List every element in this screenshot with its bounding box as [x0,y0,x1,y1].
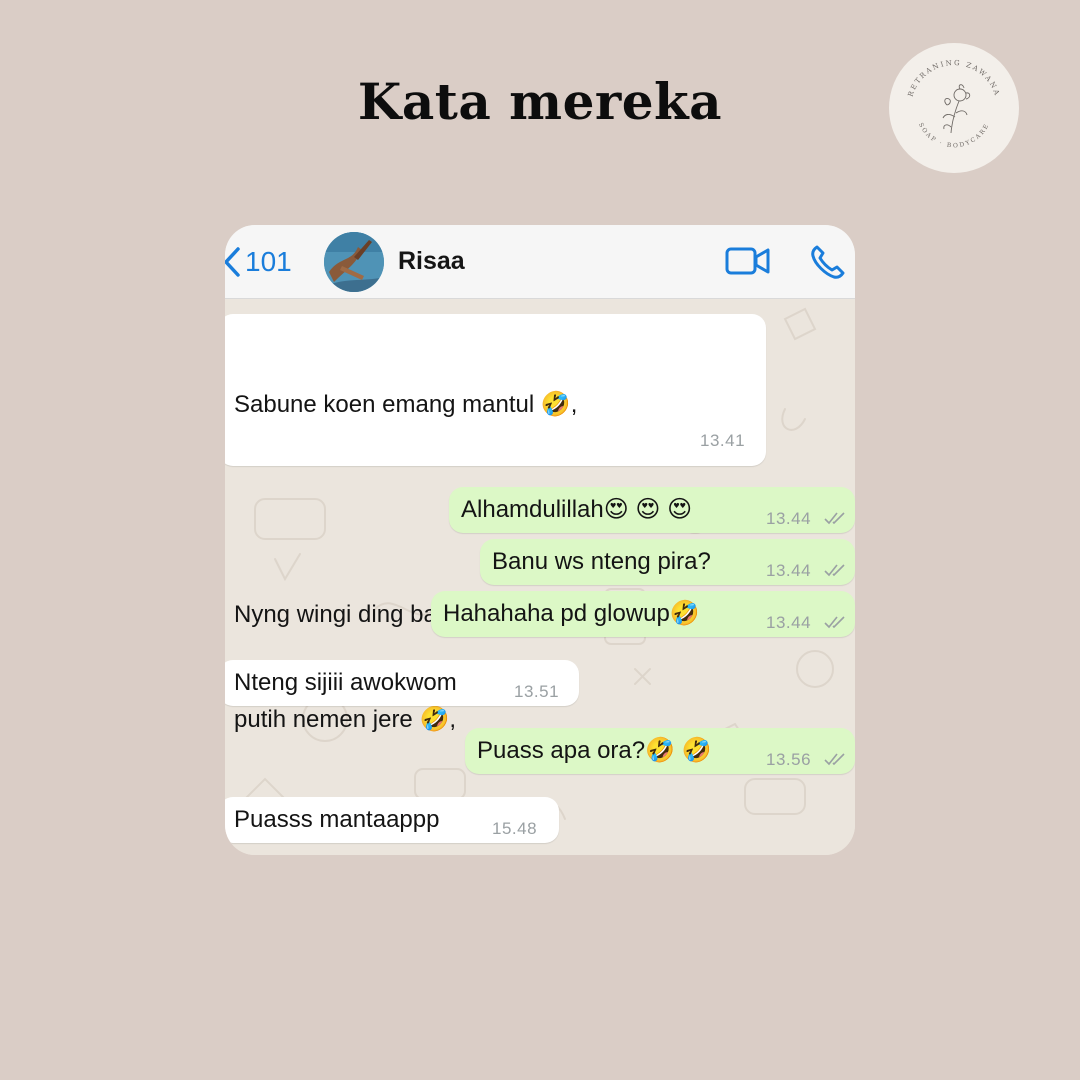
message-bubble-incoming[interactable]: Nteng sijiii awokwom 13.51 [225,660,579,706]
message-time: 13.44 [766,561,812,580]
message-time: 13.51 [514,682,560,701]
message-text: Puass apa ora?🤣 🤣 [477,737,712,764]
message-time: 13.41 [700,431,746,450]
contact-name[interactable]: Risaa [398,247,465,276]
read-receipt-icon [824,564,845,577]
svg-text:RETRANING ZAWANA: RETRANING ZAWANA [907,59,1002,98]
logo-text-bottom: SOAP · BODYCARE [917,122,989,150]
message-text: Hahahaha pd glowup🤣 [443,600,700,627]
message-time: 13.56 [766,750,812,769]
message-bubble-incoming[interactable]: Puasss mantaappp 15.48 [225,797,559,843]
phone-icon[interactable] [809,243,847,281]
message-bubble-outgoing[interactable]: Puass apa ora?🤣 🤣 13.56 [465,728,855,774]
avatar-image [324,232,384,292]
message-time: 13.44 [766,613,812,632]
message-bubble-outgoing[interactable]: Alhamdulillah😍 😍 😍 13.44 [449,487,855,533]
logo-text-top: RETRANING ZAWANA [907,59,1000,98]
chevron-left-icon [225,247,240,277]
message-text: Nteng sijiii awokwom [234,669,457,696]
avatar[interactable] [324,232,384,292]
message-bubble-incoming[interactable]: Sabune koen emang mantul 🤣, Nyng wingi d… [225,314,766,733]
message-text: Puasss mantaappp [234,806,440,833]
brand-logo: RETRANING ZAWANA SOAP · BODYCARE [889,43,1019,173]
message-time: 15.48 [492,819,538,838]
message-time: 13.44 [766,509,812,528]
message-bubble-outgoing[interactable]: Banu ws nteng pira? 13.44 [480,539,855,585]
back-button[interactable]: 101 [225,245,292,279]
read-receipt-icon [824,616,845,629]
unread-count: 101 [245,246,292,277]
flower-sketch-icon: RETRANING ZAWANA SOAP · BODYCARE [907,59,1002,150]
chat-header: 101 Risaa [225,225,855,299]
chat-window: 101 Risaa Sabune koen emang mantul 🤣, Ny… [225,225,855,855]
svg-text:SOAP · BODYCARE: SOAP · BODYCARE [917,122,991,150]
message-text: Alhamdulillah😍 😍 😍 [461,496,693,523]
video-call-icon[interactable] [725,245,771,277]
read-receipt-icon [824,753,845,766]
message-bubble-outgoing[interactable]: Hahahaha pd glowup🤣 13.44 [431,591,855,637]
message-text: Banu ws nteng pira? [492,548,711,575]
read-receipt-icon [824,512,845,525]
